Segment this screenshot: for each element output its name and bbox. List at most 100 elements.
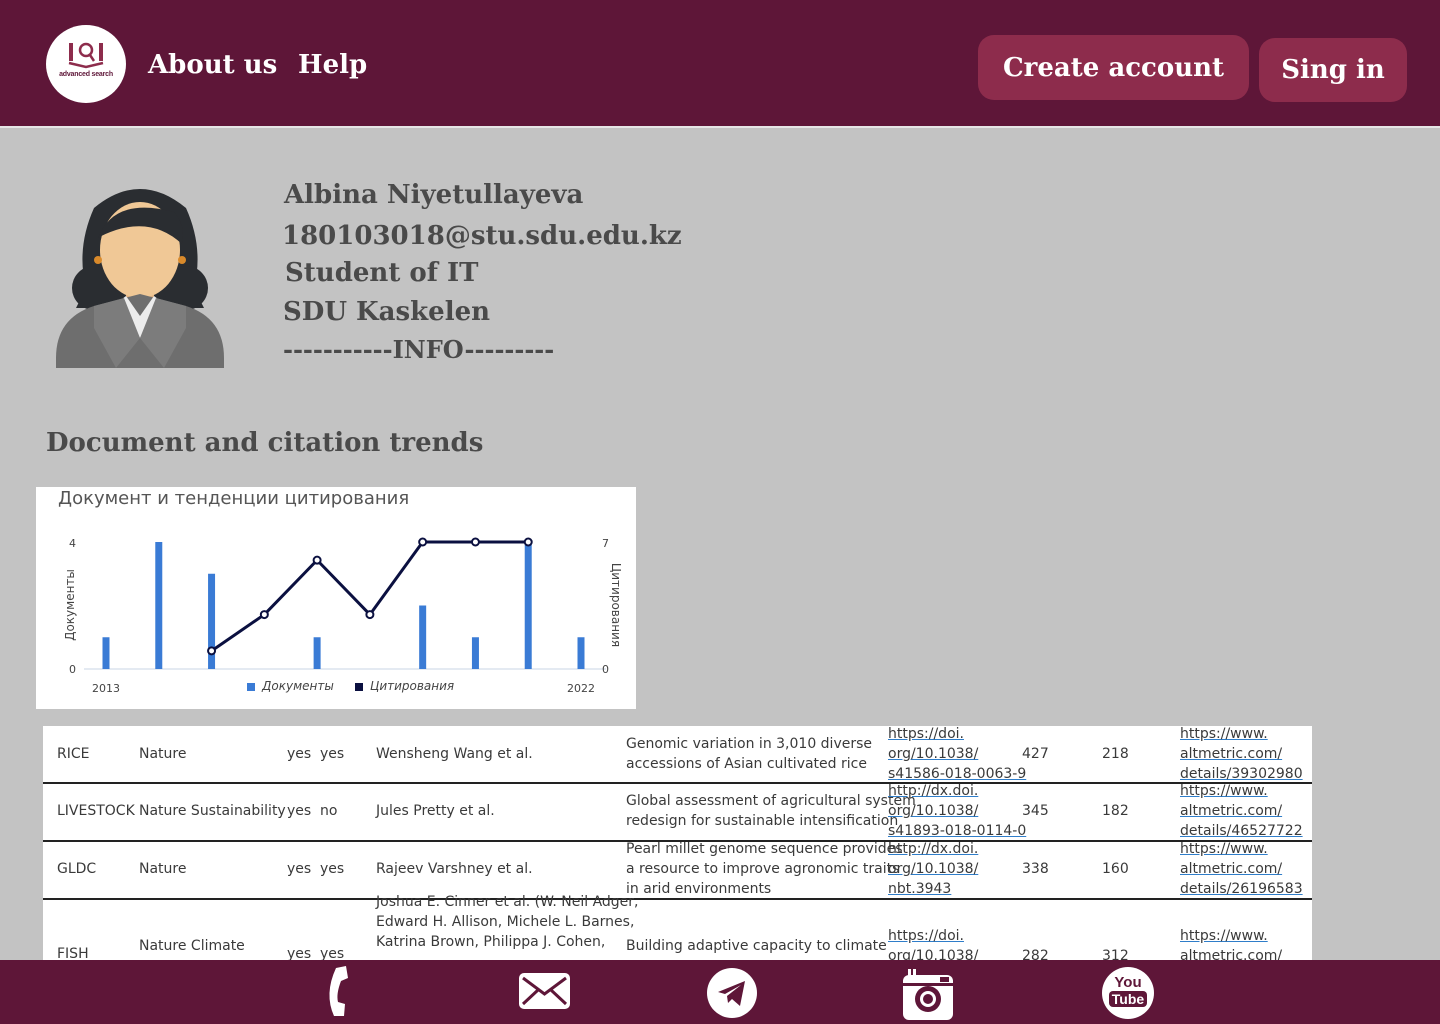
cell-doi-line[interactable]: s41893-018-0114-0 xyxy=(888,821,1026,841)
logo-text: advanced search xyxy=(59,71,113,78)
cell-doi-line[interactable]: https://doi. xyxy=(888,726,1026,744)
cell-altmetric-line[interactable]: https://www. xyxy=(1180,839,1303,859)
citation-point xyxy=(207,646,217,656)
cell-n2: 160 xyxy=(1102,861,1129,877)
cell-area: LIVESTOCK xyxy=(57,803,135,819)
cell-altmetric-line[interactable]: https://www. xyxy=(1180,781,1303,801)
bar xyxy=(313,637,321,669)
cell-title: Pearl millet genome sequence provides a r… xyxy=(626,839,903,899)
legend-label-documents: Документы xyxy=(261,679,334,693)
bar xyxy=(419,605,427,669)
y-right-axis-title: Цитирования xyxy=(609,563,623,647)
cell-authors-line: Jules Pretty et al. xyxy=(376,803,495,819)
cell-altmetric[interactable]: https://www. altmetric.com/details/465277… xyxy=(1180,781,1303,841)
cell-title-line: Genomic variation in 3,010 diverse xyxy=(626,736,873,752)
bar xyxy=(471,637,479,669)
citation-point xyxy=(418,537,428,547)
bar xyxy=(524,542,532,669)
cell-c2: yes xyxy=(320,746,345,762)
cell-altmetric-line[interactable]: details/46527722 xyxy=(1180,821,1303,841)
nav-about-us[interactable]: About us xyxy=(148,50,277,80)
legend-label-citations: Цитирования xyxy=(370,679,454,693)
cell-authors: Joshua E. Cinner et al. (W. Neil Adger, E… xyxy=(376,892,639,952)
phone-icon[interactable] xyxy=(322,964,352,1018)
table-row: RICE Nature yes yes Wensheng Wang et al. Geno… xyxy=(43,726,1312,784)
cell-n1: 345 xyxy=(1022,803,1049,819)
cell-doi-line[interactable]: http://dx.doi. xyxy=(888,839,978,859)
citation-point xyxy=(312,555,322,565)
telegram-icon[interactable] xyxy=(706,967,758,1019)
citation-point xyxy=(470,537,480,547)
cell-doi-line[interactable]: http://dx.doi. xyxy=(888,781,1026,801)
cell-title-line: a resource to improve agronomic traits xyxy=(626,861,900,877)
instagram-icon[interactable] xyxy=(902,969,954,1021)
cell-authors: Wensheng Wang et al. xyxy=(376,744,533,764)
sign-in-button[interactable]: Sing in xyxy=(1259,38,1407,102)
cell-altmetric-line[interactable]: details/26196583 xyxy=(1180,879,1303,899)
cell-n1: 427 xyxy=(1022,746,1049,762)
cell-doi[interactable]: http://dx.doi. org/10.1038/nbt.3943 xyxy=(888,839,978,899)
nav-help[interactable]: Help xyxy=(298,50,367,80)
cell-title: Building adaptive capacity to climate xyxy=(626,936,887,956)
cell-altmetric-line[interactable]: altmetric.com/ xyxy=(1180,744,1303,764)
y-left-tick-label: 0 xyxy=(69,663,76,676)
citation-point xyxy=(365,610,375,620)
cell-title-line: Building adaptive capacity to climate xyxy=(626,938,887,954)
cell-title-line: Global assessment of agricultural system xyxy=(626,793,916,809)
cell-journal: Nature xyxy=(139,861,187,877)
cell-altmetric[interactable]: https://www. altmetric.com/ xyxy=(1180,926,1282,960)
cell-area: RICE xyxy=(57,746,90,762)
youtube-icon[interactable]: You Tube xyxy=(1102,967,1154,1019)
cell-altmetric-line[interactable]: https://www. xyxy=(1180,926,1282,946)
cell-c1: yes xyxy=(287,746,312,762)
cell-journal: Nature Climate xyxy=(139,938,245,954)
cell-altmetric-line[interactable]: altmetric.com/ xyxy=(1180,946,1282,960)
logo[interactable]: advanced search xyxy=(46,25,126,103)
cell-altmetric-line[interactable]: altmetric.com/ xyxy=(1180,859,1303,879)
profile-role: Student of IT xyxy=(285,258,479,288)
bar xyxy=(102,637,110,669)
cell-c2: yes xyxy=(320,946,345,960)
cell-altmetric-line[interactable]: https://www. xyxy=(1180,726,1303,744)
cell-doi[interactable]: https://doi. org/10.1038/s41586-018-0063-… xyxy=(888,726,1026,784)
footer: You Tube xyxy=(0,960,1440,1024)
cell-doi-line[interactable]: org/10.1038/ xyxy=(888,946,978,960)
cell-authors-line: Rajeev Varshney et al. xyxy=(376,861,533,877)
table-row: GLDC Nature yes yes Rajeev Varshney et al. Pe… xyxy=(43,840,1312,900)
cell-altmetric[interactable]: https://www. altmetric.com/details/261965… xyxy=(1180,839,1303,899)
cell-doi-line[interactable]: org/10.1038/ xyxy=(888,801,1026,821)
cell-doi-line[interactable]: org/10.1038/ xyxy=(888,744,1026,764)
cell-altmetric[interactable]: https://www. altmetric.com/details/393029… xyxy=(1180,726,1303,784)
cell-doi-line[interactable]: https://doi. xyxy=(888,926,978,946)
chart-panel: Документ и тенденции цитирования 4 0 7 0 201… xyxy=(36,487,636,709)
cell-doi-line[interactable]: org/10.1038/ xyxy=(888,859,978,879)
youtube-icon-text-top: You xyxy=(1114,974,1142,991)
cell-n2: 312 xyxy=(1102,948,1129,960)
cell-doi[interactable]: http://dx.doi. org/10.1038/s41893-018-011… xyxy=(888,781,1026,841)
cell-c1: yes xyxy=(287,861,312,877)
cell-title-line: accessions of Asian cultivated rice xyxy=(626,756,867,772)
x-tick-label: 2022 xyxy=(567,682,595,695)
create-account-button[interactable]: Create account xyxy=(978,35,1249,100)
mail-icon[interactable] xyxy=(518,972,571,1010)
logo-icon xyxy=(68,42,104,69)
legend-swatch-documents xyxy=(247,683,255,691)
citation-point xyxy=(259,610,269,620)
bar xyxy=(155,542,163,669)
profile-location: SDU Kaskelen xyxy=(283,297,491,327)
header: advanced search About us Help Create acc… xyxy=(0,0,1440,128)
profile-email: 180103018@stu.sdu.edu.kz xyxy=(282,221,682,251)
cell-authors-line: Joshua E. Cinner et al. (W. Neil Adger, xyxy=(376,894,639,910)
cell-title-line: redesign for sustainable intensification xyxy=(626,813,899,829)
cell-area: FISH xyxy=(57,946,89,960)
cell-c1: yes xyxy=(287,803,312,819)
cell-n2: 182 xyxy=(1102,803,1129,819)
citation-point xyxy=(523,537,533,547)
cell-doi-line[interactable]: nbt.3943 xyxy=(888,879,978,899)
cell-title-line: in arid environments xyxy=(626,881,772,897)
table-row: LIVESTOCK Nature Sustainability yes no Jules… xyxy=(43,782,1312,842)
cell-doi[interactable]: https://doi. org/10.1038/ xyxy=(888,926,978,960)
y-right-tick-label: 7 xyxy=(602,537,609,550)
cell-authors: Jules Pretty et al. xyxy=(376,801,495,821)
cell-altmetric-line[interactable]: altmetric.com/ xyxy=(1180,801,1303,821)
